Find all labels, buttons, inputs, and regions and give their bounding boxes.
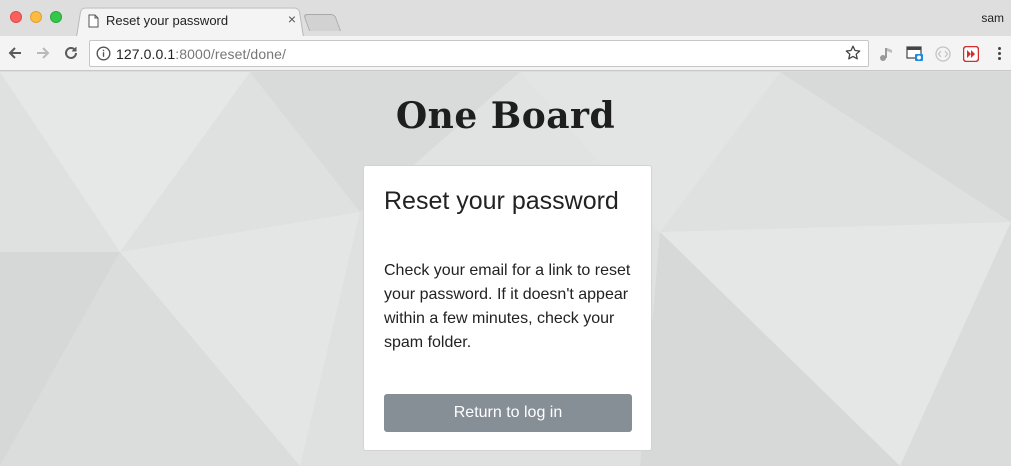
reset-card: Reset your password Check your email for… xyxy=(363,165,652,451)
info-icon[interactable] xyxy=(96,46,111,66)
card-message: Check your email for a link to reset you… xyxy=(384,262,631,351)
browser-tab-content[interactable]: Reset your password × xyxy=(84,8,300,37)
url-path: :8000/reset/done/ xyxy=(175,46,286,62)
brand-logo: One Board xyxy=(395,95,616,137)
tab-title: Reset your password xyxy=(106,13,229,28)
menu-icon[interactable] xyxy=(992,45,1006,63)
back-arrow-icon xyxy=(8,47,21,59)
close-icon[interactable]: × xyxy=(288,11,296,27)
extension-screenshot-icon[interactable] xyxy=(906,45,924,63)
window-titlebar: Reset your password × sam xyxy=(0,0,1011,37)
reload-button[interactable] xyxy=(60,42,82,64)
reload-icon xyxy=(65,46,77,59)
maximize-window-button[interactable] xyxy=(50,11,62,23)
close-window-button[interactable] xyxy=(10,11,22,23)
star-icon[interactable] xyxy=(844,44,862,67)
page-icon xyxy=(88,14,99,33)
extension-fastforward-icon[interactable] xyxy=(962,45,980,63)
profile-name[interactable]: sam xyxy=(981,11,1004,25)
page-viewport: One Board Reset your password Check your… xyxy=(0,72,1011,466)
browser-toolbar: 127.0.0.1:8000/reset/done/ xyxy=(0,36,1011,71)
address-bar[interactable]: 127.0.0.1:8000/reset/done/ xyxy=(89,40,869,67)
new-tab-button[interactable] xyxy=(302,14,342,31)
url-host: 127.0.0.1 xyxy=(116,46,176,62)
back-button[interactable] xyxy=(4,42,26,64)
extension-code-icon[interactable] xyxy=(934,45,952,63)
card-title: Reset your password xyxy=(384,187,619,215)
extension-music-icon[interactable] xyxy=(877,45,895,63)
forward-button[interactable] xyxy=(32,42,54,64)
return-to-login-button[interactable]: Return to log in xyxy=(384,394,632,432)
url-text[interactable]: 127.0.0.1:8000/reset/done/ xyxy=(116,46,286,62)
minimize-window-button[interactable] xyxy=(30,11,42,23)
forward-arrow-icon xyxy=(37,47,50,59)
